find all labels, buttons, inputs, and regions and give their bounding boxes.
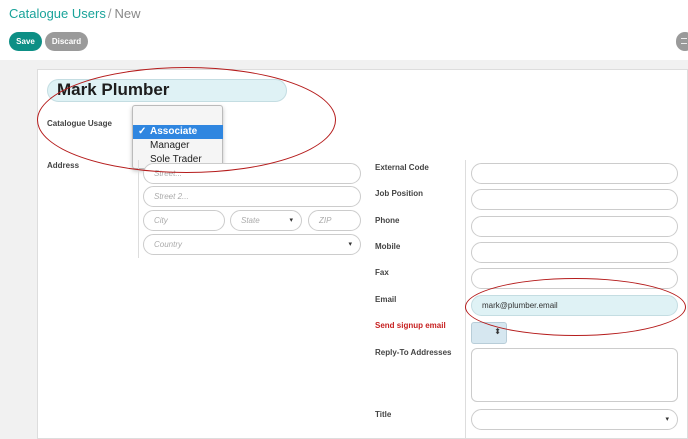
phone-label: Phone bbox=[375, 216, 400, 225]
view-switch-button[interactable] bbox=[676, 32, 688, 51]
control-panel: Catalogue Users / New Save Discard bbox=[0, 0, 688, 60]
option-label: Manager bbox=[150, 140, 190, 151]
fields-divider bbox=[465, 160, 466, 439]
chevron-down-icon: ▾ bbox=[665, 416, 669, 423]
catalogue-usage-dropdown[interactable]: ✓ Associate Manager Sole Trader bbox=[132, 105, 223, 169]
state-placeholder: State bbox=[241, 216, 260, 225]
chevron-down-icon: ▾ bbox=[348, 241, 352, 248]
street-input[interactable]: Street... bbox=[143, 163, 361, 184]
external-code-label: External Code bbox=[375, 163, 429, 172]
fax-label: Fax bbox=[375, 268, 389, 277]
zip-input[interactable]: ZIP bbox=[308, 210, 361, 231]
option-label: Associate bbox=[150, 126, 198, 137]
email-input[interactable]: mark@plumber.email bbox=[471, 295, 678, 316]
fax-input[interactable] bbox=[471, 268, 678, 289]
catalogue-usage-label: Catalogue Usage bbox=[47, 119, 112, 128]
mobile-input[interactable] bbox=[471, 242, 678, 263]
address-label: Address bbox=[47, 161, 80, 170]
catalogue-usage-option-manager[interactable]: Manager bbox=[133, 139, 223, 153]
external-code-input[interactable] bbox=[471, 163, 678, 184]
spinner-arrows-icon: ⬍ bbox=[494, 327, 501, 336]
discard-button[interactable]: Discard bbox=[45, 32, 88, 51]
phone-input[interactable] bbox=[471, 216, 678, 237]
catalogue-usage-option-associate[interactable]: ✓ Associate bbox=[133, 125, 223, 139]
save-button[interactable]: Save bbox=[9, 32, 42, 51]
send-signup-email-select[interactable]: ⬍ bbox=[471, 322, 507, 344]
email-label: Email bbox=[375, 295, 397, 304]
state-select[interactable]: State ▾ bbox=[230, 210, 302, 231]
reply-to-textarea[interactable] bbox=[471, 348, 678, 402]
list-icon bbox=[681, 38, 687, 44]
address-divider bbox=[138, 160, 139, 258]
reply-to-label: Reply-To Addresses bbox=[375, 348, 452, 357]
title-select[interactable]: ▾ bbox=[471, 409, 678, 430]
checkmark-icon: ✓ bbox=[138, 126, 147, 137]
country-placeholder: Country bbox=[154, 240, 183, 249]
breadcrumb-current: New bbox=[114, 6, 141, 21]
send-signup-email-label: Send signup email bbox=[375, 321, 446, 330]
breadcrumb: Catalogue Users / New bbox=[9, 6, 140, 21]
job-position-input[interactable] bbox=[471, 189, 678, 210]
job-position-label: Job Position bbox=[375, 189, 423, 198]
mobile-label: Mobile bbox=[375, 242, 401, 251]
breadcrumb-separator: / bbox=[107, 6, 112, 21]
title-label: Title bbox=[375, 410, 392, 419]
city-input[interactable]: City bbox=[143, 210, 225, 231]
country-select[interactable]: Country ▾ bbox=[143, 234, 361, 255]
name-value: Mark Plumber bbox=[57, 80, 170, 99]
chevron-down-icon: ▾ bbox=[289, 217, 293, 224]
breadcrumb-parent-link[interactable]: Catalogue Users bbox=[9, 6, 106, 21]
street2-input[interactable]: Street 2... bbox=[143, 186, 361, 207]
